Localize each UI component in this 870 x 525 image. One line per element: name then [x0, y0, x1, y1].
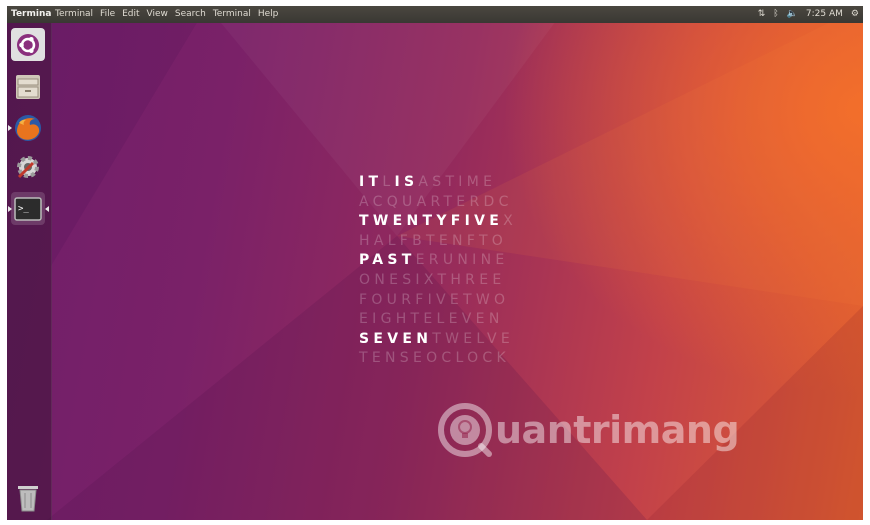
- running-indicator: [8, 125, 12, 131]
- clock-row: ONESIXTHREE: [359, 271, 517, 291]
- top-panel: Termina Terminal File Edit View Search T…: [7, 6, 863, 23]
- clock-letters-dim: EIGHTELEVEN: [359, 311, 504, 328]
- clock-word-lit: PAST: [359, 252, 416, 269]
- lightbulb-gear-icon: [438, 403, 492, 457]
- file-cabinet-icon[interactable]: [11, 70, 45, 103]
- clock[interactable]: 7:25 AM: [806, 6, 843, 23]
- clock-row: PASTERUNINE: [359, 251, 517, 271]
- clock-letters-dim: ERUNINE: [415, 252, 509, 269]
- settings-icon[interactable]: [11, 150, 45, 183]
- firefox-icon[interactable]: [8, 111, 45, 144]
- menu-bar: Terminal File Edit View Search Terminal …: [55, 6, 278, 23]
- clock-row: FOURFIVETWO: [359, 291, 517, 311]
- svg-text:>_: >_: [18, 204, 29, 214]
- clock-row: TWENTYFIVEX: [359, 212, 517, 232]
- clock-row: SEVENTWELVE: [359, 330, 517, 350]
- clock-letters-dim: X: [503, 213, 518, 230]
- clock-letters-dim: ACQUARTERDC: [359, 193, 513, 210]
- menu-edit[interactable]: Edit: [122, 6, 139, 23]
- ubuntu-logo-icon[interactable]: [11, 28, 45, 61]
- clock-letters-dim: HALFBTENFTO: [359, 232, 508, 249]
- desktop: Termina Terminal File Edit View Search T…: [7, 6, 863, 520]
- clock-row: TENSEOCLOCK: [359, 349, 517, 369]
- clock-letters-dim: TWELVE: [432, 330, 514, 347]
- watermark-text: uantrimang: [495, 408, 740, 452]
- clock-word-lit: SEVEN: [359, 330, 433, 347]
- running-indicator: [8, 206, 12, 212]
- menu-search[interactable]: Search: [175, 6, 206, 23]
- focused-indicator: [45, 206, 49, 212]
- menu-view[interactable]: View: [147, 6, 168, 23]
- volume-icon[interactable]: 🔈: [787, 6, 798, 23]
- clock-letters-dim: L: [382, 174, 395, 190]
- clock-row: ITLISASTIME: [359, 173, 517, 193]
- trash-icon[interactable]: [11, 481, 45, 514]
- menu-file[interactable]: File: [100, 6, 115, 23]
- clock-row: HALFBTENFTO: [359, 232, 517, 252]
- clock-row: ACQUARTERDC: [359, 193, 517, 213]
- launcher: >_: [7, 23, 52, 520]
- app-title: Termina: [11, 9, 52, 19]
- clock-row: EIGHTELEVEN: [359, 310, 517, 330]
- clock-letters-dim: FOURFIVETWO: [359, 291, 510, 308]
- indicator-area: ⇅ ᛒ 🔈 7:25 AM ⚙: [758, 6, 859, 23]
- gear-icon[interactable]: ⚙: [851, 6, 859, 23]
- clock-word-lit: TWENTYFIVE: [359, 213, 504, 230]
- clock-word-lit: IT: [359, 174, 383, 190]
- clock-letters-dim: ASTIME: [418, 174, 497, 190]
- network-icon[interactable]: ⇅: [758, 6, 766, 23]
- word-clock: ITLISASTIME ACQUARTERDC TWENTYFIVEX HALFBTE…: [359, 173, 517, 369]
- bluetooth-icon[interactable]: ᛒ: [773, 6, 778, 23]
- terminal-icon[interactable]: >_: [8, 192, 49, 225]
- menu-terminal[interactable]: Terminal: [55, 6, 93, 23]
- menu-terminal-2[interactable]: Terminal: [213, 6, 251, 23]
- menu-help[interactable]: Help: [258, 6, 279, 23]
- clock-letters-dim: TENSEOCLOCK: [359, 350, 510, 367]
- watermark: uantrimang: [437, 402, 740, 458]
- clock-letters-dim: ONESIXTHREE: [359, 271, 506, 288]
- clock-word-lit: IS: [394, 174, 419, 190]
